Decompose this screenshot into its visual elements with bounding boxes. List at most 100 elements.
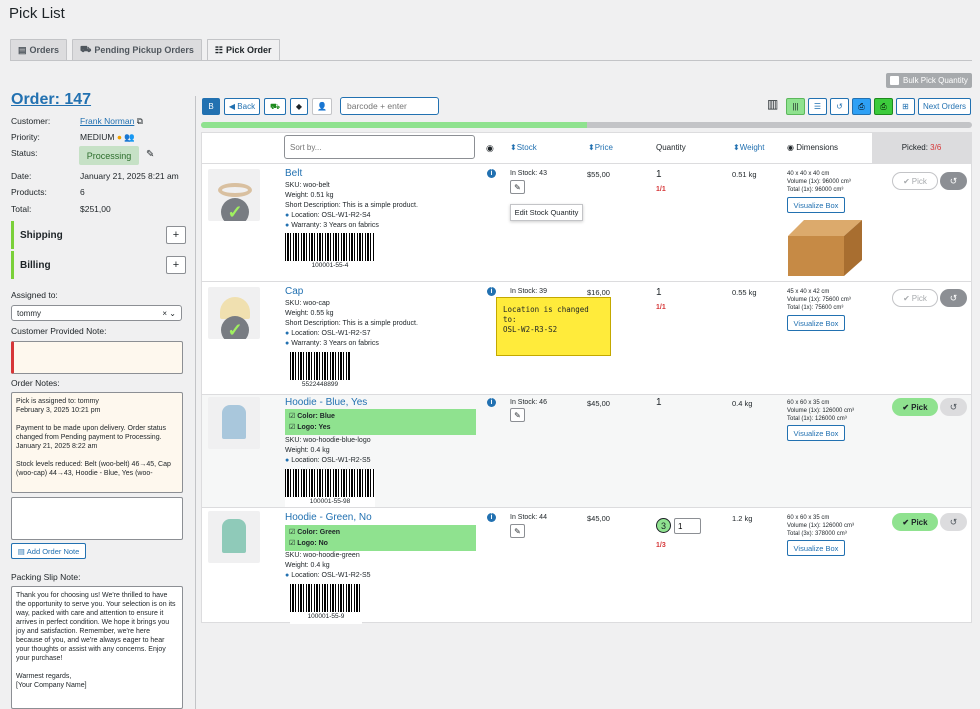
tab-pending-pickup[interactable]: ⛟ Pending Pickup Orders <box>72 39 202 61</box>
warranty-icon: ● <box>285 340 290 347</box>
checkbox-icon <box>890 76 899 85</box>
next-orders-button[interactable]: Next Orders <box>918 98 971 115</box>
billing-section[interactable]: Billing + <box>11 251 186 279</box>
order-title[interactable]: Order: 147 <box>11 91 91 109</box>
customer-link[interactable]: Frank Norman <box>80 116 134 126</box>
tab-pick-order[interactable]: ☷ Pick Order <box>206 39 280 61</box>
copy-icon[interactable]: ⧉ <box>137 116 143 126</box>
visualize-box-button[interactable]: Visualize Box <box>787 540 845 556</box>
barcode-icon: ||| <box>792 102 799 111</box>
sort-input[interactable] <box>284 135 475 159</box>
product-image <box>208 397 260 449</box>
scanner-icon[interactable]: ▥ <box>767 97 784 115</box>
b-icon: B <box>208 102 214 111</box>
note-icon: ▤ <box>17 546 25 556</box>
print-button[interactable]: ⎙ <box>852 98 871 115</box>
edit-icon: ✎ <box>514 182 521 192</box>
tag-button[interactable]: ◆ <box>290 98 308 115</box>
order-date: January 21, 2025 8:21 am <box>80 171 179 181</box>
undo-pick-button[interactable]: ↺ <box>940 289 967 307</box>
barcode-image: 5522448899 <box>290 352 350 392</box>
add-order-note-button[interactable]: ▤ Add Order Note <box>11 543 86 559</box>
product-name-link[interactable]: Hoodie - Green, No <box>285 512 372 523</box>
undo-icon: ↺ <box>949 292 958 303</box>
price-sort-header[interactable]: ⬍Price <box>588 143 613 152</box>
list-icon: ☰ <box>813 102 822 111</box>
product-image: ✓ <box>208 287 260 339</box>
barcode-button[interactable]: ||| <box>786 98 805 115</box>
checkbox-icon: ☑ <box>289 413 296 420</box>
undo-pick-button[interactable]: ↺ <box>940 513 967 531</box>
table-row: ✓ Belt SKU: woo-belt Weight: 0.51 kg Sho… <box>202 164 971 281</box>
status-badge: Processing <box>79 146 139 165</box>
assign-user-button[interactable]: 👤 <box>312 98 332 115</box>
pick-button[interactable]: ✔ Pick <box>892 513 938 531</box>
box-3d-visualization <box>788 220 862 276</box>
edit-stock-button[interactable]: ✎ <box>510 180 525 194</box>
pick-button[interactable]: ✔ Pick <box>892 172 938 190</box>
product-name-link[interactable]: Belt <box>285 168 302 179</box>
edit-stock-button[interactable]: ✎ <box>510 408 525 422</box>
barcode-input[interactable] <box>340 97 439 115</box>
customer-note-field[interactable] <box>11 341 183 374</box>
pick-quantity-input[interactable] <box>674 518 701 534</box>
back-arrow-icon: ◀ <box>228 102 236 111</box>
new-note-field[interactable] <box>11 497 183 540</box>
bulk-pick-toggle[interactable]: Bulk Pick Quantity <box>886 73 972 88</box>
info-icon[interactable]: i <box>487 169 496 178</box>
undo-pick-button[interactable]: ↺ <box>940 398 967 416</box>
checklist-icon: ☷ <box>214 44 223 55</box>
check-circle-icon: ✔ <box>903 176 910 186</box>
grid-icon: ⊞ <box>902 102 909 111</box>
product-name-link[interactable]: Hoodie - Blue, Yes <box>285 397 367 408</box>
weight-sort-header[interactable]: ⬍Weight <box>733 143 764 152</box>
quantity-header: Quantity <box>656 143 686 152</box>
dimensions-header: ◉ Dimensions <box>787 143 839 152</box>
visualize-box-button[interactable]: Visualize Box <box>787 197 845 213</box>
undo-pick-button[interactable]: ↺ <box>940 172 967 190</box>
order-notes-list[interactable]: Pick is assigned to: tommy February 3, 2… <box>11 392 183 493</box>
bold-b-button[interactable]: B <box>202 98 220 115</box>
print-labels-button[interactable]: ⎙ <box>874 98 893 115</box>
product-name-link[interactable]: Cap <box>285 286 303 297</box>
info-icon[interactable]: i <box>487 513 496 522</box>
checkbox-icon: ☑ <box>289 529 296 536</box>
edit-icon: ✎ <box>514 526 521 536</box>
table-row: Hoodie - Green, No ☑ Color: Green ☑ Logo… <box>202 508 971 624</box>
pick-button[interactable]: ✔ Pick <box>892 289 938 307</box>
truck-icon: ⛟ <box>269 101 281 111</box>
priority-value: MEDIUM <box>80 132 115 142</box>
eye-icon[interactable]: ◉ <box>486 143 494 154</box>
visualize-box-button[interactable]: Visualize Box <box>787 315 845 331</box>
info-icon[interactable]: i <box>487 398 496 407</box>
edit-stock-button[interactable]: ✎ <box>510 524 525 538</box>
tab-bar: ▤ Orders ⛟ Pending Pickup Orders ☷ Pick Ord… <box>10 39 280 61</box>
undo-icon: ↺ <box>836 102 843 111</box>
info-icon[interactable]: i <box>487 287 496 296</box>
visualize-box-button[interactable]: Visualize Box <box>787 425 845 441</box>
check-circle-icon: ✔ <box>903 293 910 303</box>
warranty-icon: ● <box>285 222 290 229</box>
stock-sort-header[interactable]: ⬍Stock <box>510 143 537 152</box>
grid-view-button[interactable]: ⊞ <box>896 98 915 115</box>
back-button[interactable]: ◀ Back <box>224 98 260 115</box>
list-view-button[interactable]: ☰ <box>808 98 827 115</box>
assigned-select[interactable]: tommy × ⌄ <box>11 305 182 321</box>
refresh-button[interactable]: ↺ <box>830 98 849 115</box>
tag-icon: ◆ <box>295 102 303 111</box>
shipping-button[interactable]: ⛟ <box>264 98 286 115</box>
packing-slip-note-field[interactable]: Thank you for choosing us! We're thrille… <box>11 586 183 709</box>
location-sticky-note[interactable]: Location is changed to: OSL-W2-R3-S2 <box>496 297 611 356</box>
clear-chevron-icon[interactable]: × ⌄ <box>162 309 176 318</box>
barcode-image: 100001-55-4 <box>285 233 375 273</box>
pick-button[interactable]: ✔ Pick <box>892 398 938 416</box>
undo-icon: ↺ <box>949 175 958 186</box>
location-icon: ● <box>285 572 290 579</box>
shipping-section[interactable]: Shipping + <box>11 221 186 249</box>
tab-orders[interactable]: ▤ Orders <box>10 39 68 61</box>
edit-status-icon[interactable]: ✎ <box>146 149 154 160</box>
shipping-expand-button[interactable]: + <box>166 226 186 244</box>
undo-icon: ↺ <box>949 516 958 527</box>
printer-icon: ⎙ <box>880 101 887 111</box>
billing-expand-button[interactable]: + <box>166 256 186 274</box>
